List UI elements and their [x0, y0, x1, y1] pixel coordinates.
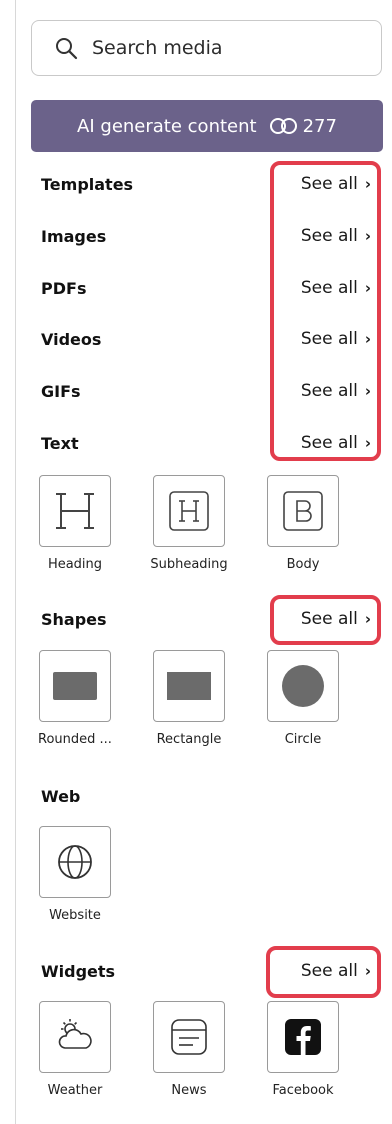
see-all-highlight [270, 161, 381, 461]
see-all-highlight [266, 946, 381, 998]
widget-tile-weather[interactable]: Weather [15, 1001, 135, 1098]
tile-label: Heading [47, 557, 103, 572]
news-icon [171, 1019, 207, 1055]
body-text-icon [283, 491, 323, 531]
widget-tile-facebook[interactable]: Facebook [243, 1001, 363, 1098]
rectangle-icon [167, 672, 211, 700]
credits-icon [269, 118, 297, 134]
section-title: Shapes [41, 609, 107, 629]
shape-tile-rectangle[interactable]: Rectangle [129, 650, 249, 747]
see-all-highlight [270, 595, 381, 645]
tile-label: Weather [47, 1083, 103, 1098]
shape-tile-rounded[interactable]: Rounded ... [15, 650, 135, 747]
circle-icon [282, 665, 324, 707]
tile-label: Circle [284, 732, 322, 747]
search-input[interactable]: Search media [31, 20, 382, 76]
web-tile-website[interactable]: Website [15, 826, 135, 923]
section-title: Web [41, 786, 81, 806]
ai-generate-button[interactable]: AI generate content 277 [31, 100, 383, 152]
section-title: PDFs [41, 278, 87, 298]
search-icon [56, 38, 78, 60]
text-tile-body[interactable]: Body [243, 475, 363, 572]
tile-label: Rounded ... [38, 732, 112, 747]
tile-label: Body [286, 557, 320, 572]
credits-badge: 277 [269, 116, 337, 137]
search-placeholder: Search media [92, 37, 223, 59]
section-title: Widgets [41, 961, 116, 981]
section-title: Videos [41, 329, 102, 349]
tile-label: Website [49, 908, 101, 923]
section-title: GIFs [41, 381, 81, 401]
section-title: Templates [41, 174, 134, 194]
ai-generate-label: AI generate content [77, 115, 257, 137]
globe-icon [58, 845, 92, 879]
tile-label: Rectangle [156, 732, 222, 747]
rounded-rectangle-icon [53, 672, 97, 700]
widget-tile-news[interactable]: News [129, 1001, 249, 1098]
heading-icon [56, 493, 94, 529]
facebook-icon [285, 1019, 321, 1055]
text-tile-subheading[interactable]: Subheading [129, 475, 249, 572]
tile-label: News [171, 1083, 207, 1098]
section-title: Images [41, 226, 107, 246]
credits-count: 277 [302, 115, 337, 137]
section-title: Text [41, 433, 79, 453]
shape-tile-circle[interactable]: Circle [243, 650, 363, 747]
text-tile-heading[interactable]: Heading [15, 475, 135, 572]
tile-label: Facebook [272, 1083, 334, 1098]
tile-label: Subheading [150, 557, 228, 572]
weather-icon [58, 1019, 92, 1049]
subheading-icon [169, 491, 209, 531]
section-web: Web [41, 783, 371, 809]
